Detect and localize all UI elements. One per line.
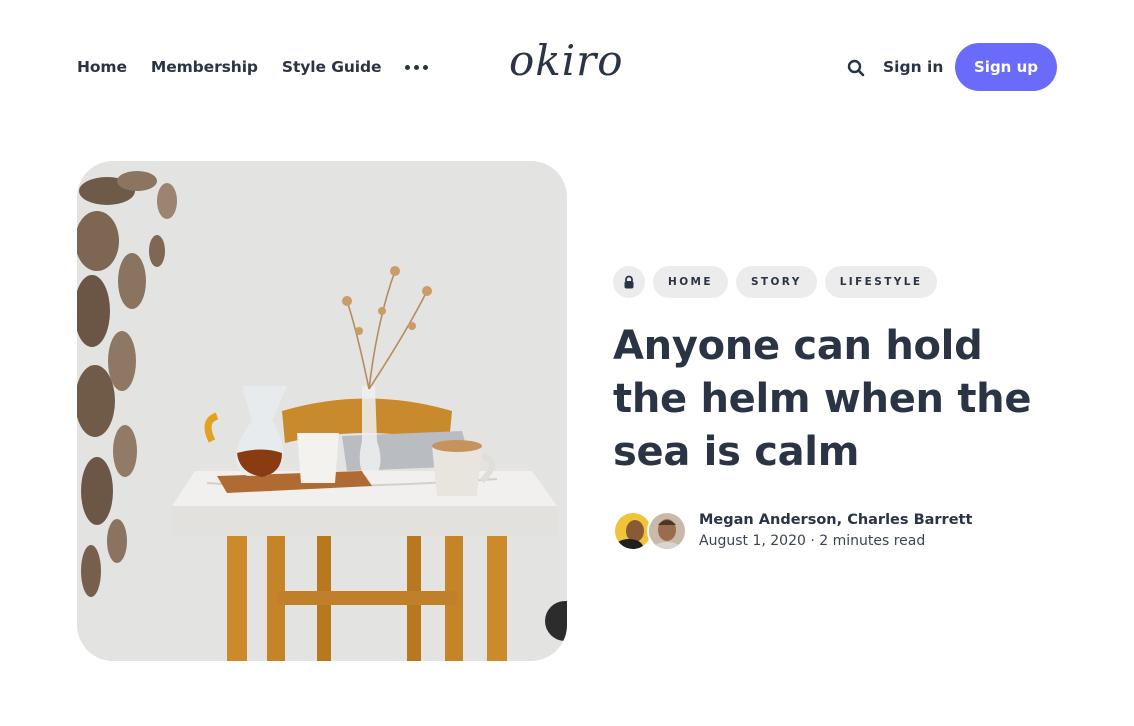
author-avatars: [613, 511, 689, 551]
reading-time: 2 minutes read: [819, 533, 926, 549]
tag-lifestyle[interactable]: Lifestyle: [824, 266, 938, 298]
hero-image[interactable]: [77, 161, 567, 661]
tag-story[interactable]: Story: [735, 266, 817, 298]
tag-home[interactable]: Home: [653, 266, 728, 298]
nav-style-guide[interactable]: Style Guide: [282, 58, 382, 76]
avatar[interactable]: [647, 511, 687, 551]
post-title[interactable]: Anyone can hold the helm when the sea is…: [613, 320, 1063, 479]
search-icon[interactable]: [847, 59, 865, 77]
nav-membership[interactable]: Membership: [151, 58, 258, 76]
post-tags: Home Story Lifestyle: [613, 266, 938, 298]
post-date-line: August 1, 2020 · 2 minutes read: [699, 533, 926, 549]
lock-icon: [613, 266, 645, 298]
post-authors: Megan Anderson, Charles Barrett August 1…: [613, 510, 972, 552]
more-dots-icon[interactable]: [405, 61, 429, 74]
post-meta: Megan Anderson, Charles Barrett August 1…: [699, 510, 972, 552]
main-nav: Home Membership Style Guide: [77, 58, 429, 76]
author-names: Megan Anderson, Charles Barrett: [699, 512, 973, 528]
author-link[interactable]: Charles Barrett: [847, 512, 972, 528]
site-logo[interactable]: okiro: [509, 36, 624, 85]
signin-link[interactable]: Sign in: [883, 58, 943, 76]
nav-home[interactable]: Home: [77, 58, 127, 76]
post-date: August 1, 2020: [699, 533, 806, 549]
signup-button[interactable]: Sign up: [955, 43, 1057, 91]
author-link[interactable]: Megan Anderson: [699, 512, 837, 528]
site-header: Home Membership Style Guide okiro Sign i…: [0, 0, 1134, 136]
